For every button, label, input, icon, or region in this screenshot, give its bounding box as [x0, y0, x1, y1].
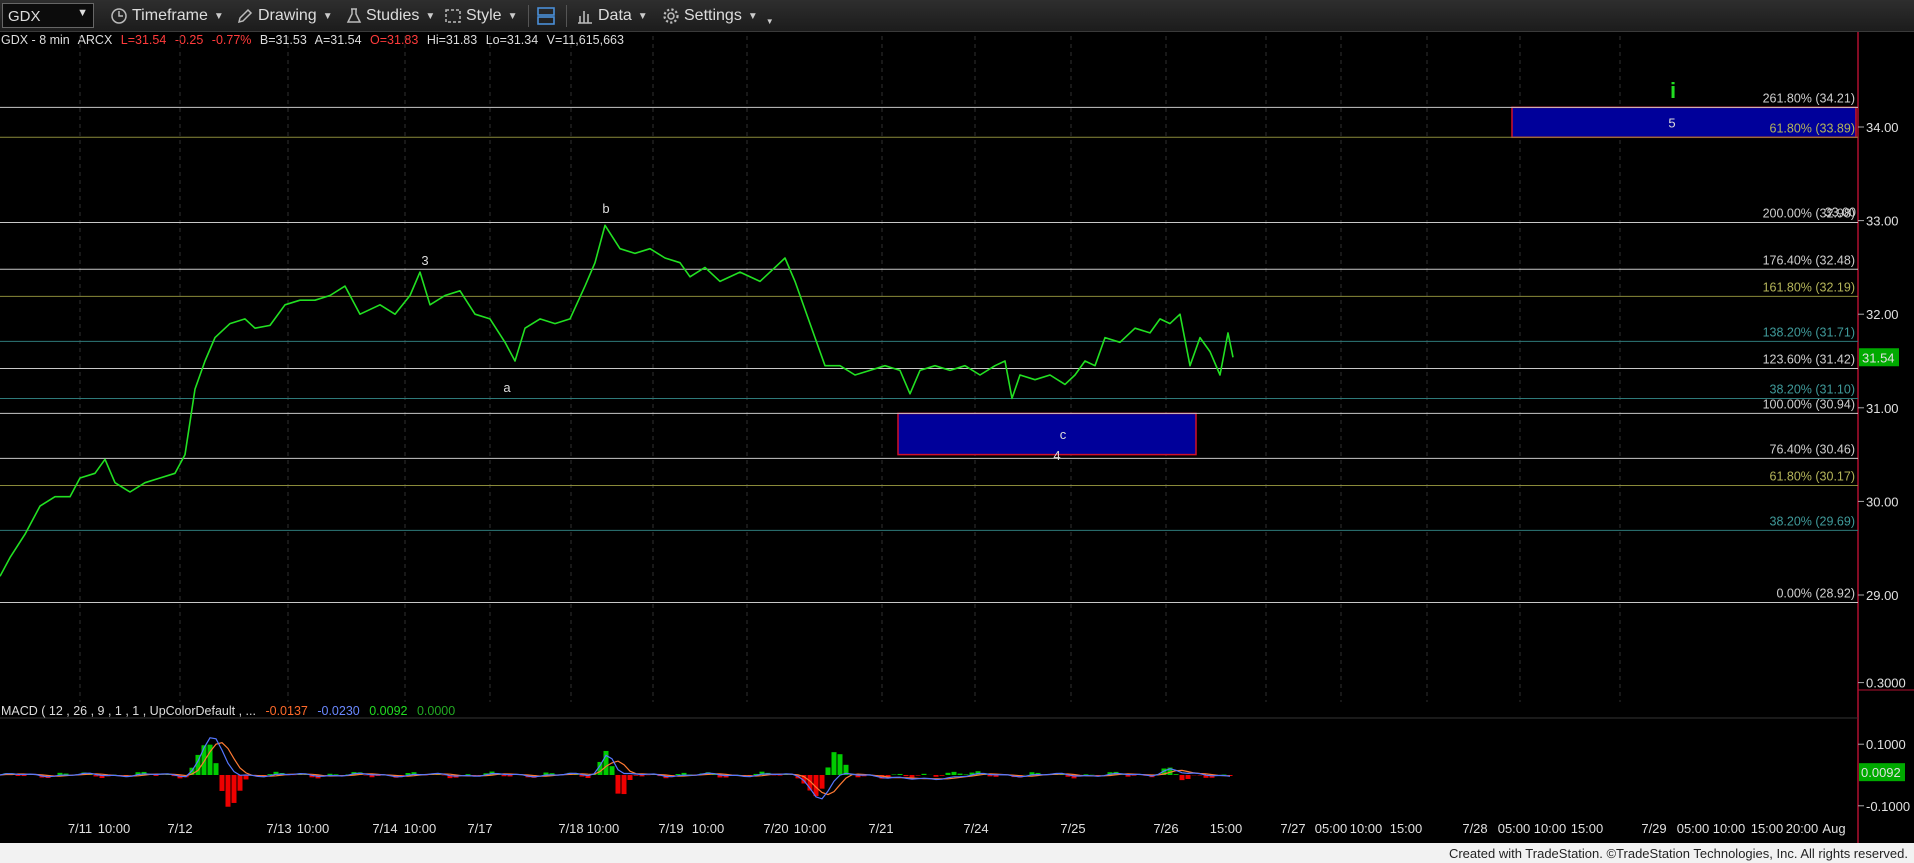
target-zone-label: c: [1060, 427, 1067, 442]
time-axis-label: 7/27: [1280, 821, 1305, 836]
price-axis-label: 33.00: [1866, 214, 1899, 229]
time-axis-label: 10:00: [587, 821, 620, 836]
time-axis-label: 15:00: [1571, 821, 1604, 836]
time-axis-label: 10:00: [1350, 821, 1383, 836]
time-axis-label: 10:00: [297, 821, 330, 836]
time-axis-label: 7/28: [1462, 821, 1487, 836]
macd-header: MACD ( 12 , 26 , 9 , 1 , 1 , UpColorDefa…: [1, 704, 461, 718]
time-axis-label: 10:00: [692, 821, 725, 836]
time-axis-label: 7/17: [467, 821, 492, 836]
fib-level-label: 123.60% (31.42): [1763, 352, 1855, 366]
macd-axis-label: 0.1000: [1866, 737, 1906, 752]
last-price-tag-label: 31.54: [1862, 350, 1895, 365]
target-zone: [897, 412, 1197, 456]
price-axis-label: 32.00: [1866, 307, 1899, 322]
footer-bar: Created with TradeStation. ©TradeStation…: [0, 843, 1914, 863]
target-zones: 5c: [897, 106, 1857, 456]
time-axis-label: Aug: [1822, 821, 1845, 836]
macd-axis-label: -0.1000: [1866, 799, 1910, 814]
time-axis-label: 10:00: [794, 821, 827, 836]
fib-level-label: 261.80% (34.21): [1763, 91, 1855, 105]
time-axis-label: 15:00: [1751, 821, 1784, 836]
fib-level-label: 100.00% (30.94): [1763, 397, 1855, 411]
macd-diff: 0.0092: [369, 704, 408, 718]
target-zone-label: 5: [1668, 115, 1675, 130]
time-axis-label: 7/21: [868, 821, 893, 836]
time-axis-label: 7/29: [1641, 821, 1666, 836]
macd-value: -0.0137: [265, 704, 308, 718]
time-axis[interactable]: 7/11 10:00 7/12 7/13 10:00 7/14 10:00 7/17 7/18 1…: [68, 821, 1846, 836]
time-axis-label: 05:00: [1677, 821, 1710, 836]
time-axis-label: 7/25: [1060, 821, 1085, 836]
time-axis-label: 10:00: [404, 821, 437, 836]
time-axis-label: 05:00: [1315, 821, 1348, 836]
wave-label: 4: [1053, 448, 1060, 463]
fib-level-label: 176.40% (32.48): [1763, 253, 1855, 267]
price-series: [0, 224, 1234, 577]
macd-line: [0, 737, 1231, 800]
time-axis-label: 7/14: [372, 821, 397, 836]
price-axis-label: 31.00: [1866, 401, 1899, 416]
time-axis-label: 10:00: [98, 821, 131, 836]
time-axis-label: 7/24: [963, 821, 988, 836]
fib-level-label: 0.00% (28.92): [1776, 586, 1855, 600]
macd-avg: -0.0230: [317, 704, 360, 718]
fib-level-label: 161.80% (32.19): [1763, 280, 1855, 294]
fib-level-label: 76.40% (30.46): [1770, 442, 1855, 456]
time-axis-label: 15:00: [1210, 821, 1243, 836]
macd-panel: 0.3000 0.1000 -0.1000 0.0092: [0, 676, 1910, 814]
macd-zero: 0.0000: [416, 704, 456, 718]
time-axis-label: 7/11: [68, 821, 92, 836]
fib-level-label: 61.80% (30.17): [1770, 469, 1855, 483]
time-axis-label: 7/18: [558, 821, 583, 836]
price-axis-label: 30.00: [1866, 494, 1899, 509]
fib-level-label: 138.20% (31.71): [1763, 325, 1855, 339]
wave-label: a: [503, 380, 511, 395]
macd-signal-line: [0, 742, 1231, 796]
wave-label: b: [602, 201, 609, 216]
macd-title: MACD ( 12 , 26 , 9 , 1 , 1 , UpColorDefa…: [1, 704, 256, 718]
time-axis-label: 20:00: [1786, 821, 1819, 836]
time-axis-label: 10:00: [1534, 821, 1567, 836]
macd-axis-label: 0.3000: [1866, 676, 1906, 691]
time-axis-label: 7/13: [266, 821, 291, 836]
fib-level-label: 61.80% (33.89): [1770, 121, 1855, 135]
price-line: [0, 224, 1234, 577]
copyright-text: Created with TradeStation. ©TradeStation…: [1448, 846, 1908, 861]
time-axis-label: 7/26: [1153, 821, 1178, 836]
price-axis-label: 29.00: [1866, 588, 1899, 603]
fib-level-label: 38.20% (29.69): [1770, 514, 1855, 528]
macd-value-tag-label: 0.0092: [1861, 765, 1901, 780]
wave-labels: 3 a b 4 i: [421, 78, 1676, 463]
fib-level-label: 38.20% (31.10): [1770, 382, 1855, 396]
fib-levels: 261.80% (34.21)61.80% (33.89)200.00% (32…: [0, 91, 1858, 603]
wave-label: 3: [421, 253, 428, 268]
time-axis-label: 05:00: [1498, 821, 1531, 836]
level-readout: 33.00: [1825, 205, 1856, 219]
time-axis-label: 7/20: [763, 821, 788, 836]
wave-label: i: [1670, 78, 1676, 103]
price-axis-label: 34.00: [1866, 120, 1899, 135]
time-axis-label: 7/19: [658, 821, 683, 836]
time-axis-label: 15:00: [1390, 821, 1423, 836]
time-axis-label: 7/12: [167, 821, 192, 836]
time-axis-label: 10:00: [1713, 821, 1746, 836]
